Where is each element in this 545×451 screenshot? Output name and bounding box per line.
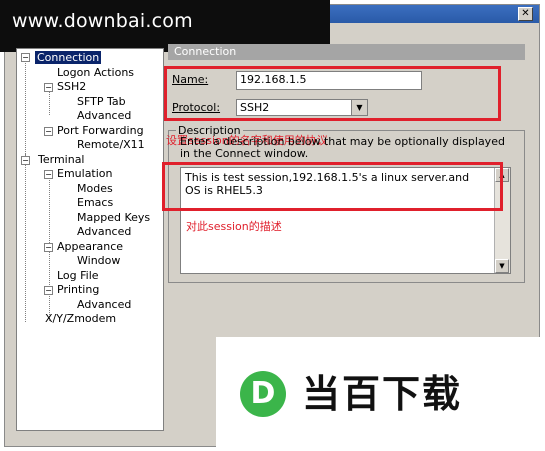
watermark-site: www.downbai.com bbox=[12, 10, 193, 32]
highlight-box-name-protocol bbox=[164, 66, 501, 121]
tree-item-log-file[interactable]: Log File bbox=[57, 269, 99, 282]
tree-item-appearance[interactable]: Appearance bbox=[57, 240, 123, 253]
collapse-icon[interactable]: − bbox=[44, 286, 53, 295]
tree-item-terminal[interactable]: Terminal bbox=[38, 153, 85, 166]
tree-item-printing[interactable]: Printing bbox=[57, 283, 99, 296]
category-tree[interactable]: − Connection Logon Actions − SSH2 SFTP T… bbox=[16, 48, 164, 431]
collapse-icon[interactable]: − bbox=[21, 53, 30, 62]
section-header: Connection bbox=[168, 44, 525, 60]
tree-item-emulation[interactable]: Emulation bbox=[57, 167, 113, 180]
tree-item-modes[interactable]: Modes bbox=[77, 182, 113, 195]
tree-line bbox=[25, 154, 26, 322]
tree-item-printing-advanced[interactable]: Advanced bbox=[77, 298, 131, 311]
tree-item-emulation-advanced[interactable]: Advanced bbox=[77, 225, 131, 238]
tree-item-port-forwarding[interactable]: Port Forwarding bbox=[57, 124, 144, 137]
highlight-box-description bbox=[162, 162, 503, 211]
tree-item-emacs[interactable]: Emacs bbox=[77, 196, 113, 209]
collapse-icon[interactable]: − bbox=[44, 170, 53, 179]
scroll-down-icon[interactable]: ▼ bbox=[495, 259, 509, 273]
close-button[interactable]: ✕ bbox=[518, 7, 533, 21]
tree-item-ssh2[interactable]: SSH2 bbox=[57, 80, 86, 93]
tree-item-connection[interactable]: Connection bbox=[35, 51, 102, 64]
tree-item-mapped-keys[interactable]: Mapped Keys bbox=[77, 211, 150, 224]
tree-item-sftp-tab[interactable]: SFTP Tab bbox=[77, 95, 126, 108]
collapse-icon[interactable]: − bbox=[44, 83, 53, 92]
tree-item-logon-actions[interactable]: Logon Actions bbox=[57, 66, 134, 79]
collapse-icon[interactable]: − bbox=[44, 127, 53, 136]
tree-item-remote-x11[interactable]: Remote/X11 bbox=[77, 138, 145, 151]
tree-item-ssh2-advanced[interactable]: Advanced bbox=[77, 109, 131, 122]
tree-line bbox=[25, 57, 26, 160]
tree-item-xyzmodem[interactable]: X/Y/Zmodem bbox=[45, 312, 116, 325]
collapse-icon[interactable]: − bbox=[44, 243, 53, 252]
watermark-logo-area: D 当百下载 bbox=[216, 337, 545, 451]
tree-item-window[interactable]: Window bbox=[77, 254, 120, 267]
annotation-session-desc: 对此session的描述 bbox=[186, 220, 282, 233]
collapse-icon[interactable]: − bbox=[21, 156, 30, 165]
description-help-text: Enter a description below that may be op… bbox=[180, 135, 505, 160]
watermark-logo-text: 当百下载 bbox=[302, 372, 463, 416]
watermark-logo-icon: D bbox=[240, 371, 286, 417]
